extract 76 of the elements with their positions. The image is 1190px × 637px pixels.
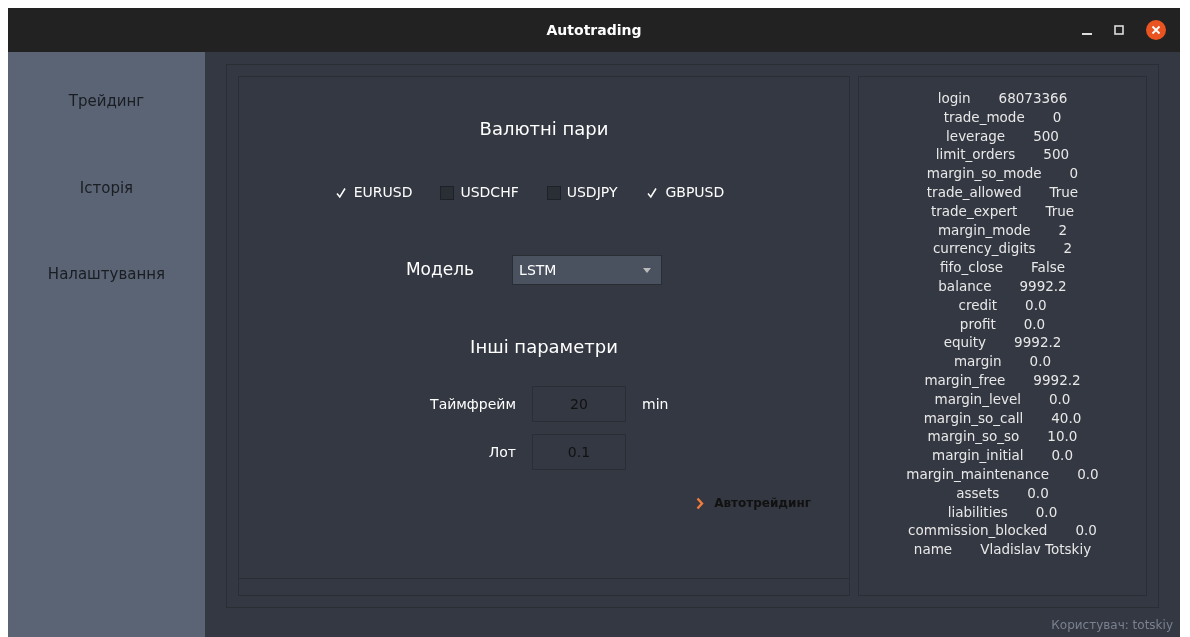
info-key: commission_blocked	[908, 521, 1048, 541]
lot-label: Лот	[487, 442, 516, 462]
info-value: 0.0	[1027, 483, 1049, 503]
info-key: margin_level	[934, 389, 1021, 409]
info-value: 2	[1063, 239, 1073, 259]
info-key: limit_orders	[935, 145, 1016, 165]
info-key: equity	[943, 333, 987, 353]
info-value: 0	[1052, 107, 1062, 127]
info-value: True	[1045, 201, 1075, 221]
info-value: False	[1031, 258, 1065, 277]
checkbox-label: GBPUSD	[665, 183, 725, 202]
info-key: assets	[956, 483, 1000, 503]
info-key: name	[913, 540, 953, 559]
info-key: profit	[959, 314, 996, 334]
checkbox-box-icon	[546, 185, 561, 200]
info-value: 0.0	[1077, 464, 1099, 484]
info-value: 0.0	[1029, 352, 1052, 371]
caret-icon	[643, 267, 652, 273]
info-value: 0	[1069, 164, 1079, 183]
info-value: 500	[1033, 126, 1059, 146]
info-key: margin_so_so	[927, 427, 1020, 447]
info-key: trade_mode	[943, 107, 1025, 127]
info-value: 9992.2	[1014, 333, 1062, 353]
info-value: 0.0	[1035, 502, 1058, 522]
currency-checkbox[interactable]: USDJPY	[546, 182, 618, 203]
info-value: 0.0	[1075, 521, 1097, 541]
info-key: margin_so_call	[923, 408, 1024, 428]
info-value: 68073366	[998, 89, 1068, 108]
model-dropdown[interactable]: LSTM	[512, 255, 663, 285]
sidebar-item[interactable]: Налаштування	[39, 261, 174, 288]
info-key: margin_mode	[937, 220, 1031, 240]
section-title: Валютні пари	[479, 117, 609, 141]
checkbox-box-icon	[440, 185, 455, 200]
info-value: 9992.2	[1019, 276, 1067, 296]
info-key: trade_allowed	[926, 183, 1022, 202]
checkbox-label: USDCHF	[460, 183, 519, 202]
checkbox-label: USDJPY	[566, 183, 618, 202]
info-value: 0.0	[1025, 295, 1047, 315]
info-key: margin_maintenance	[906, 464, 1050, 484]
info-value: True	[1049, 183, 1079, 202]
sidebar-item[interactable]: Трейдинг	[60, 88, 153, 115]
info-key: margin_free	[924, 370, 1006, 390]
info-value: 2	[1058, 220, 1068, 240]
chevron-icon	[696, 496, 705, 510]
info-value: Vladislav Totskiy	[980, 540, 1092, 559]
info-value: 10.0	[1047, 427, 1078, 447]
info-value: 40.0	[1051, 408, 1082, 428]
info-key: margin	[953, 352, 1002, 371]
currency-checkbox[interactable]: GBPUSD	[645, 182, 725, 203]
model-label: Модель	[405, 258, 475, 282]
checkbox-label: EURUSD	[353, 183, 413, 202]
info-key: login	[937, 89, 971, 108]
info-value: 0.0	[1023, 314, 1046, 334]
info-value: 0.0	[1049, 389, 1071, 409]
info-value: 500	[1043, 145, 1070, 165]
info-key: balance	[938, 276, 992, 296]
status-text: Користувач: totskiy	[1051, 617, 1173, 634]
info-key: margin_so_mode	[926, 164, 1042, 183]
info-key: liabilities	[947, 502, 1008, 522]
close-icon[interactable]	[1146, 20, 1166, 40]
section-title: Інші параметри	[470, 335, 618, 359]
currency-checkbox[interactable]: EURUSD	[333, 182, 413, 203]
currency-checkbox[interactable]: USDCHF	[440, 182, 519, 203]
info-key: currency_digits	[932, 239, 1036, 259]
maximize-icon[interactable]	[1114, 25, 1124, 35]
info-value: 0.0	[1051, 446, 1073, 465]
window-title: Autotrading	[546, 20, 642, 40]
info-value: 9992.2	[1033, 370, 1081, 390]
info-key: leverage	[946, 126, 1006, 146]
sidebar-item[interactable]: Історія	[71, 174, 142, 201]
unit-label: min	[642, 394, 670, 414]
timeframe-label: Таймфрейм	[429, 394, 516, 414]
info-key: credit	[958, 295, 998, 315]
info-key: margin_initial	[932, 446, 1024, 465]
info-key: trade_expert	[930, 201, 1018, 221]
info-key: fifo_close	[940, 258, 1004, 277]
